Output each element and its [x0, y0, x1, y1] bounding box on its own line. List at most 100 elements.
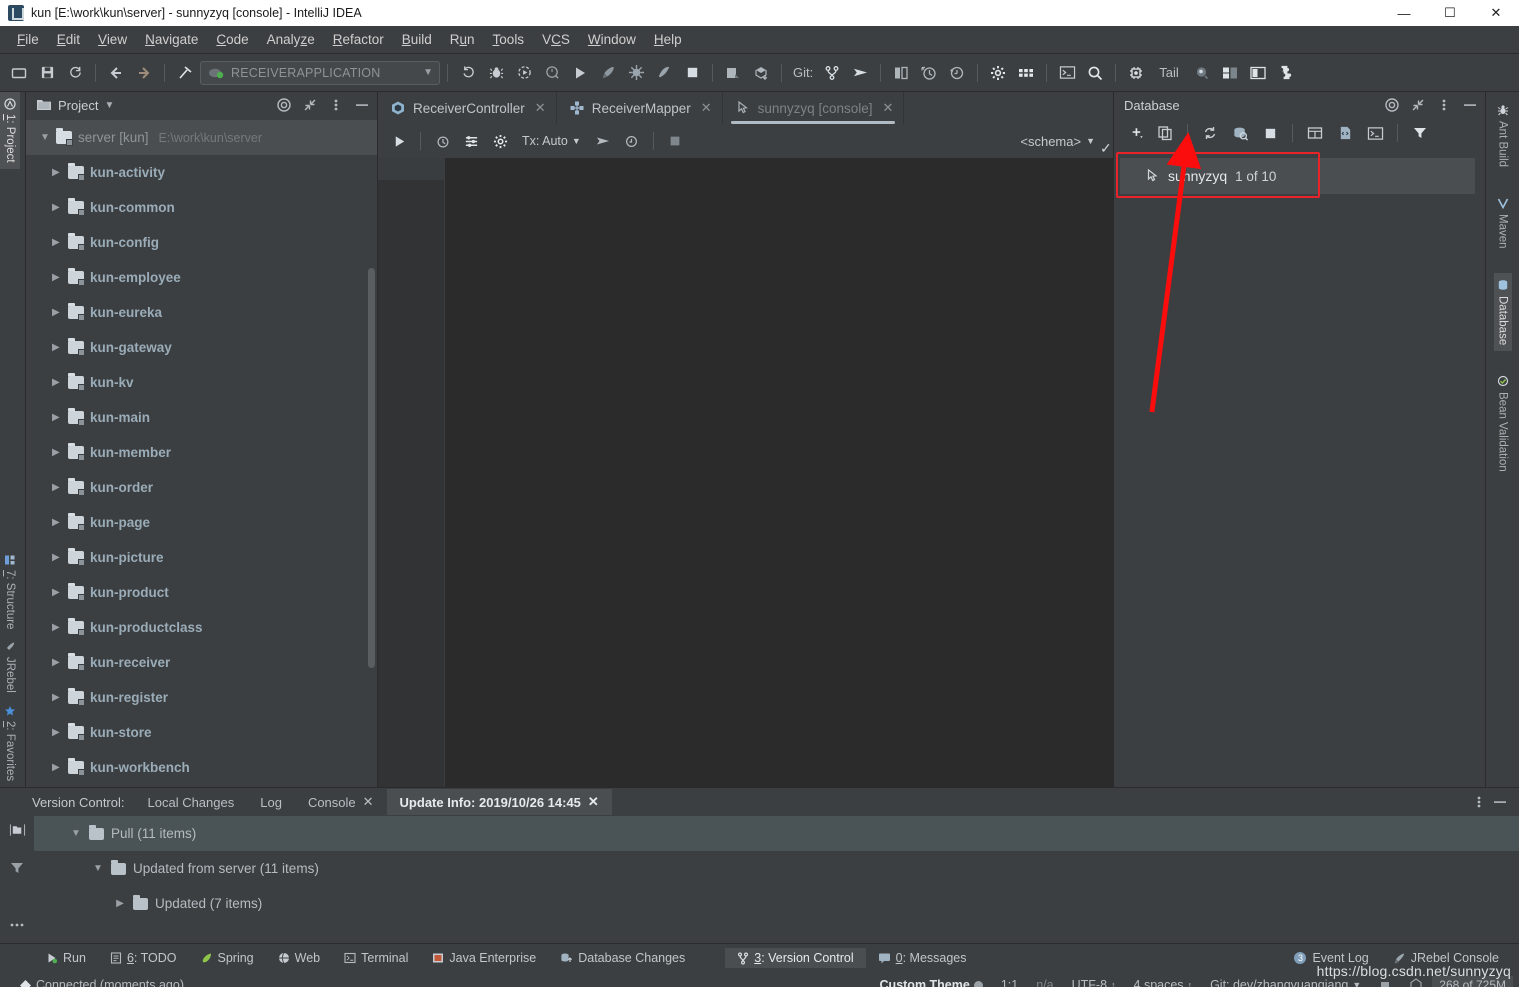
chevron-down-icon[interactable]: ▼	[423, 67, 433, 78]
sidebar-item-favorites[interactable]: 2: Favorites	[0, 699, 20, 787]
profiler-icon[interactable]	[539, 60, 565, 86]
status-tool-jrebel-console[interactable]: JRebel Console	[1381, 948, 1519, 968]
build-hammer-icon[interactable]	[172, 60, 198, 86]
inspect-db-icon[interactable]	[1227, 120, 1253, 146]
version-control-header[interactable]: Version Control: Local Changes Log Conso…	[0, 788, 1519, 816]
options-kebab-icon[interactable]	[1435, 96, 1453, 114]
main-toolbar[interactable]: RECEIVERAPPLICATION ▼ Git: Tail	[0, 54, 1519, 92]
chevron-collapsed-icon[interactable]: ▶	[52, 762, 62, 773]
reload-icon[interactable]	[455, 60, 481, 86]
chevron-collapsed-icon[interactable]: ▶	[52, 272, 62, 283]
open-folder-icon[interactable]	[6, 60, 32, 86]
chevron-collapsed-icon[interactable]: ▶	[52, 447, 62, 458]
close-icon[interactable]: ✕	[363, 794, 374, 810]
run-configuration-selector[interactable]: RECEIVERAPPLICATION ▼	[200, 60, 440, 85]
git-push-icon[interactable]	[847, 60, 873, 86]
status-tool-run[interactable]: Run	[34, 948, 98, 968]
chevron-down-icon[interactable]: ▼	[104, 100, 114, 111]
status-tool-database-changes[interactable]: Database Changes	[548, 948, 697, 968]
editor-text-area[interactable]	[444, 158, 1113, 787]
vcs-tab-console[interactable]: Console ✕	[295, 789, 387, 815]
version-control-tree[interactable]: ▼ Pull (11 items) ▼ Updated from server …	[34, 816, 1519, 943]
menu-item-view[interactable]: View	[89, 29, 136, 50]
sidebar-item-jrebel[interactable]: JRebel	[0, 635, 20, 699]
indent-setting[interactable]: 4 spaces ↕	[1125, 978, 1202, 987]
plugin-puzzle-icon[interactable]	[1273, 60, 1299, 86]
chevron-collapsed-icon[interactable]: ▶	[52, 377, 62, 388]
status-tool-messages[interactable]: 0: Messages	[866, 948, 979, 968]
target-locate-icon[interactable]	[1383, 96, 1401, 114]
project-tree-module-row[interactable]: ▶ kun-store	[26, 715, 377, 750]
project-tree-module-row[interactable]: ▶ kun-kv	[26, 365, 377, 400]
forward-arrow-icon[interactable]	[131, 60, 157, 86]
chevron-collapsed-icon[interactable]: ▶	[52, 657, 62, 668]
compare-icon[interactable]	[888, 60, 914, 86]
table-grid-icon[interactable]	[1302, 120, 1328, 146]
theme-indicator[interactable]: Custom Theme	[871, 978, 992, 987]
history-icon[interactable]	[429, 128, 455, 154]
sidebar-item-maven[interactable]: Maven	[1494, 191, 1512, 255]
run-icon[interactable]	[567, 60, 593, 86]
file-encoding[interactable]: UTF-8 ↕	[1063, 978, 1125, 987]
menu-bar[interactable]: File Edit View Navigate Code Analyze Ref…	[0, 26, 1519, 54]
tail-label[interactable]: Tail	[1151, 65, 1187, 80]
project-tree-module-row[interactable]: ▶ kun-order	[26, 470, 377, 505]
options-kebab-icon[interactable]	[327, 96, 345, 114]
status-tool-version-control[interactable]: 3: Version Control	[725, 948, 866, 968]
right-tool-rail[interactable]: Ant Build Maven Database Bean Validation	[1485, 92, 1519, 787]
project-tree-scrollbar[interactable]	[368, 268, 375, 668]
chevron-collapsed-icon[interactable]: ▶	[52, 237, 62, 248]
project-tree-module-row[interactable]: ▶ kun-activity	[26, 155, 377, 190]
close-icon[interactable]: ✕	[588, 794, 599, 810]
project-module-rows[interactable]: ▶ kun-activity ▶ kun-common ▶ kun-config ▶ kun-…	[26, 155, 377, 785]
maximize-button[interactable]: ☐	[1427, 0, 1473, 26]
hide-minimize-icon[interactable]	[353, 96, 371, 114]
project-tree-module-row[interactable]: ▶ kun-employee	[26, 260, 377, 295]
tail-icon[interactable]	[1189, 60, 1215, 86]
project-tree-module-row[interactable]: ▶ kun-eureka	[26, 295, 377, 330]
version-control-action-rail[interactable]	[0, 816, 34, 943]
sliders-icon[interactable]	[458, 128, 484, 154]
chevron-collapsed-icon[interactable]: ▶	[52, 587, 62, 598]
filter-funnel-icon[interactable]	[9, 860, 25, 876]
group-by-folder-icon[interactable]	[9, 822, 26, 838]
menu-item-window[interactable]: Window	[579, 29, 645, 50]
git-branch-icon[interactable]	[819, 60, 845, 86]
chevron-down-icon[interactable]: ▼	[1086, 136, 1095, 146]
project-tree-module-row[interactable]: ▶ kun-workbench	[26, 750, 377, 785]
synchronize-icon[interactable]	[1197, 120, 1223, 146]
status-tool-spring[interactable]: Spring	[189, 948, 266, 968]
chevron-expanded-icon[interactable]: ▼	[40, 132, 50, 143]
sidebar-item-project[interactable]: 1: Project	[0, 92, 20, 169]
vcs-tab-update-info[interactable]: Update Info: 2019/10/26 14:45 ✕	[386, 789, 612, 815]
search-everywhere-icon[interactable]	[1082, 60, 1108, 86]
settings-gear-icon[interactable]	[487, 128, 513, 154]
chevron-collapsed-icon[interactable]: ▶	[52, 517, 62, 528]
chevron-expanded-icon[interactable]: ▼	[70, 828, 82, 839]
tool-window-buttons-row[interactable]: Run 6: TODO Spring Web Terminal Java Ent…	[0, 944, 1519, 972]
submit-icon[interactable]	[590, 128, 616, 154]
project-tree-module-row[interactable]: ▶ kun-page	[26, 505, 377, 540]
chip-icon[interactable]	[1123, 60, 1149, 86]
sidebar-item-database[interactable]: Database	[1493, 272, 1512, 351]
select-opened-file-icon[interactable]	[720, 60, 746, 86]
menu-item-code[interactable]: Code	[207, 29, 257, 50]
console-terminal-icon[interactable]	[1362, 120, 1388, 146]
sidebar-item-ant-build[interactable]: Ant Build	[1494, 98, 1512, 173]
sidebar-item-bean-validation[interactable]: Bean Validation	[1494, 369, 1512, 478]
project-panel-actions[interactable]	[275, 96, 371, 114]
menu-item-help[interactable]: Help	[645, 29, 691, 50]
close-icon[interactable]: ✕	[701, 100, 712, 116]
run-with-coverage-icon[interactable]	[511, 60, 537, 86]
chevron-collapsed-icon[interactable]: ▶	[52, 482, 62, 493]
chevron-collapsed-icon[interactable]: ▶	[52, 307, 62, 318]
status-tool-event-log[interactable]: 3 Event Log	[1281, 948, 1380, 968]
menu-item-analyze[interactable]: Analyze	[258, 29, 324, 50]
chevron-collapsed-icon[interactable]: ▶	[114, 898, 126, 909]
save-all-icon[interactable]	[34, 60, 60, 86]
menu-item-vcs[interactable]: VCS	[533, 29, 579, 50]
background-tasks-icon[interactable]	[1370, 979, 1400, 987]
jrebel-run-icon[interactable]	[595, 60, 621, 86]
version-control-panel-actions[interactable]	[1477, 794, 1519, 810]
vcs-tree-row-updated[interactable]: ▶ Updated (7 items)	[34, 886, 1519, 921]
